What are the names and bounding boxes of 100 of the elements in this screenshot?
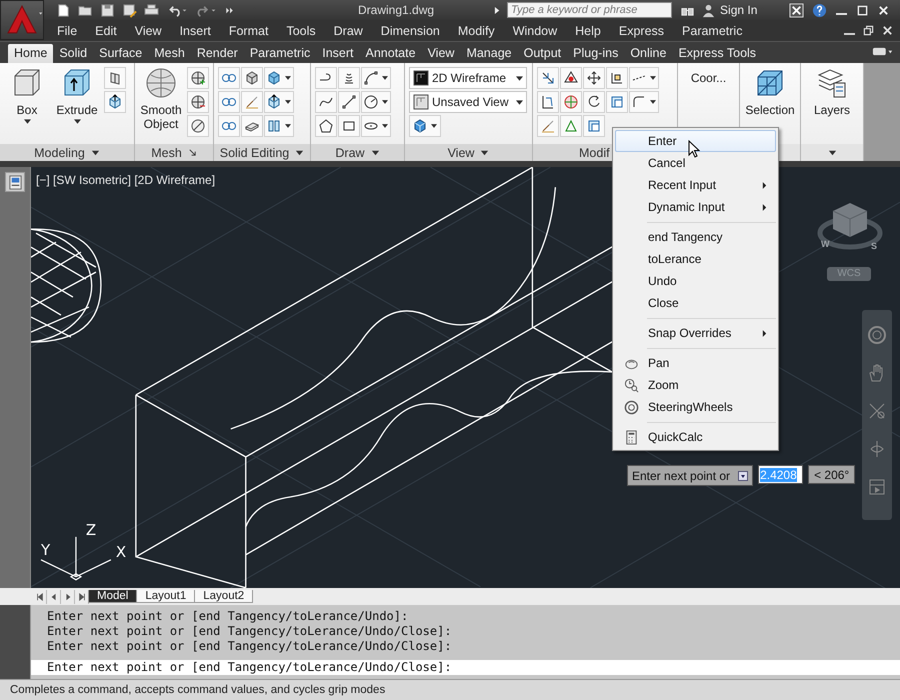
menu-item[interactable]: Parametric (673, 24, 752, 38)
menu-item[interactable]: Edit (86, 24, 126, 38)
tool-button[interactable] (583, 67, 605, 89)
tool-button[interactable] (338, 67, 360, 89)
print-button[interactable] (142, 2, 161, 18)
tool-button[interactable] (187, 67, 209, 89)
panel-title-bar[interactable]: View (405, 144, 532, 161)
tool-button[interactable] (315, 91, 337, 113)
menu-item[interactable]: Tools (277, 24, 325, 38)
split-tool-button[interactable] (361, 67, 391, 89)
viewport-label[interactable]: [−] [SW Isometric] [2D Wireframe] (36, 173, 216, 187)
prompt-text: Enter next point or (632, 468, 730, 482)
status-text: Completes a command, accepts command values, and cycles grip modes (10, 684, 386, 696)
tool-button[interactable] (187, 115, 209, 137)
context-menu-item[interactable]: QuickCalc (615, 426, 776, 448)
tool-button[interactable] (338, 91, 360, 113)
ribbon-tab[interactable]: Express Tools (672, 44, 762, 63)
ribbon-tab[interactable]: Home (8, 44, 54, 63)
brush-icon (540, 118, 556, 134)
layout-tab[interactable]: Layout1 (136, 590, 196, 603)
tool-button[interactable] (537, 91, 559, 113)
menu-item[interactable]: Draw (324, 24, 372, 38)
ribbon-tab[interactable]: Output (518, 44, 568, 63)
context-menu-item[interactable]: SteeringWheels (615, 396, 776, 418)
coordinates-button[interactable]: Coor... (690, 71, 726, 85)
panel-title: Draw (335, 146, 365, 160)
menu-item[interactable]: Insert (170, 24, 220, 38)
split-tool-button[interactable] (629, 91, 659, 113)
split-tool-button[interactable] (409, 115, 441, 137)
tool-button[interactable] (104, 67, 126, 89)
panel-title-bar[interactable]: Draw (311, 144, 404, 161)
panel-title: View (448, 146, 474, 160)
options-button[interactable] (738, 470, 748, 480)
context-menu-item[interactable]: Recent Input (615, 174, 776, 196)
tool-button[interactable] (315, 67, 337, 89)
tool-button[interactable] (241, 67, 263, 89)
ribbon-tab[interactable]: View (422, 44, 460, 63)
tool-button[interactable] (560, 67, 582, 89)
split-tool-button[interactable] (264, 115, 294, 137)
ribbon-tab[interactable]: Online (624, 44, 672, 63)
tool-button[interactable] (537, 67, 559, 89)
x-square-icon (789, 2, 804, 18)
menu-item[interactable]: Express (610, 24, 674, 38)
layout-tab[interactable]: Model (88, 590, 138, 603)
context-menu-item[interactable]: Dynamic Input (615, 196, 776, 218)
angle-field[interactable]: < 206° (808, 465, 856, 484)
split-tool-button[interactable] (361, 91, 391, 113)
tool-button[interactable] (241, 115, 263, 137)
menu-item[interactable]: File (48, 24, 86, 38)
menu-item[interactable]: View (126, 24, 171, 38)
ribbon-tab[interactable]: Mesh (148, 44, 191, 63)
caret-icon (24, 119, 30, 124)
sign-in-link[interactable]: Sign In (720, 3, 758, 17)
visual-style-dropdown[interactable]: 2D Wireframe (409, 67, 527, 89)
ribbon-tab[interactable]: Annotate (360, 44, 422, 63)
split-tool-button[interactable] (629, 67, 659, 89)
split-tool-button[interactable] (264, 67, 294, 89)
menu-item[interactable]: Format (220, 24, 278, 38)
context-menu-item[interactable]: end Tangency (615, 226, 776, 248)
tool-button[interactable] (583, 91, 605, 113)
square-icon (586, 118, 602, 134)
tool-button[interactable] (606, 67, 628, 89)
search-field[interactable]: Type a keyword or phrase (507, 2, 672, 18)
menu-item[interactable]: Help (566, 24, 610, 38)
panel-title-bar[interactable]: Solid Editing (214, 144, 310, 161)
context-menu-item[interactable]: Enter (615, 130, 776, 152)
menu-item[interactable]: Window (504, 24, 566, 38)
viewport-control-button[interactable] (5, 172, 25, 192)
tool-button[interactable] (338, 115, 360, 137)
panel-title-bar[interactable]: Modeling (0, 144, 134, 161)
steering-wheel-button[interactable] (866, 324, 888, 346)
ribbon-tab[interactable]: Insert (316, 44, 360, 63)
context-menu-item[interactable]: Zoom (615, 374, 776, 396)
ribbon-tab[interactable]: Render (190, 44, 244, 63)
context-menu-item[interactable]: Close (615, 292, 776, 314)
ribbon-tab[interactable]: Parametric (244, 44, 316, 63)
tool-button[interactable] (315, 115, 337, 137)
panel-title-bar[interactable]: Mesh (135, 144, 213, 161)
context-menu-item[interactable]: toLerance (615, 248, 776, 270)
named-view-dropdown[interactable]: Unsaved View (409, 91, 527, 113)
menu-item[interactable]: Dimension (372, 24, 449, 38)
layout-tab[interactable]: Layout2 (194, 590, 254, 603)
split-tool-button[interactable] (361, 115, 391, 137)
ribbon-tab[interactable]: Solid (53, 44, 94, 63)
tool-button[interactable] (187, 91, 209, 113)
exchange-button[interactable] (787, 2, 806, 18)
ribbon-tab[interactable]: Manage (460, 44, 518, 63)
extrude-button[interactable]: Extrude (54, 67, 100, 124)
context-menu-item[interactable]: Snap Overrides (615, 322, 776, 344)
tool-button[interactable] (104, 91, 126, 113)
ribbon-tab[interactable]: Surface (93, 44, 148, 63)
split-tool-button[interactable] (264, 91, 294, 113)
box-button[interactable]: Box (4, 67, 50, 124)
smooth-object-button[interactable]: Smooth Object (139, 67, 183, 131)
context-menu-item[interactable]: Pan (615, 352, 776, 374)
ribbon-tab[interactable]: Plug-ins (567, 44, 624, 63)
application-menu-button[interactable] (0, 0, 44, 40)
context-menu-item[interactable]: Undo (615, 270, 776, 292)
menu-item[interactable]: Modify (448, 24, 504, 38)
compass-label: S (870, 241, 877, 251)
